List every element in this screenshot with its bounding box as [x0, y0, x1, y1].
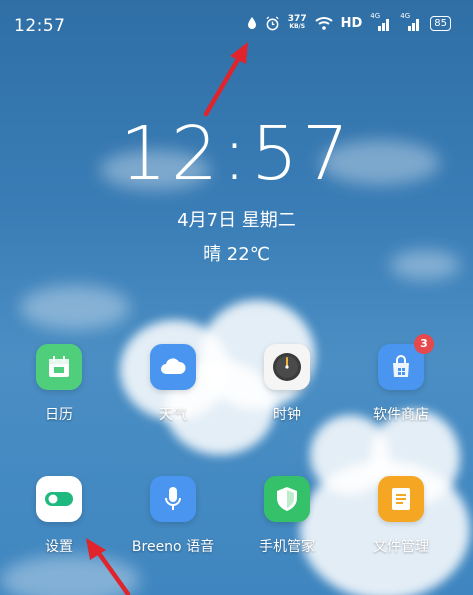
app-icon-bg — [264, 344, 310, 390]
app-label: 软件商店 — [373, 407, 429, 423]
sim2-signal: 4G — [400, 12, 422, 32]
clock-icon — [273, 353, 301, 381]
home-screen: 12:57 377 KB/S HD 4G 4G 85 12:57 4月7日 星期… — [0, 0, 473, 595]
battery-icon: 85 — [430, 15, 451, 31]
alarm-icon — [265, 15, 280, 31]
app-icon-bg — [264, 476, 310, 522]
network-speed-unit: KB/S — [289, 23, 306, 30]
sim1-network-label: 4G — [370, 12, 381, 20]
app-label: 天气 — [159, 407, 187, 423]
status-icons: 377 KB/S HD 4G 4G 85 — [247, 12, 451, 32]
toggle-icon — [45, 492, 73, 506]
shield-icon — [277, 487, 297, 511]
wifi-icon — [314, 16, 333, 30]
app-label: 文件管理 — [373, 539, 429, 555]
shopping-bag-icon — [393, 355, 409, 377]
network-speed: 377 KB/S — [288, 15, 307, 31]
status-time: 12:57 — [14, 16, 66, 36]
app-icon-bg — [150, 476, 196, 522]
water-drop-icon — [247, 16, 257, 30]
clock-widget[interactable]: 12:57 4月7日 星期二 晴 22℃ — [0, 110, 473, 266]
annotation-arrow-icon — [86, 538, 131, 595]
cloud-icon — [161, 358, 186, 374]
app-icon-bg — [150, 344, 196, 390]
network-speed-value: 377 — [287, 14, 307, 24]
app-calendar[interactable]: 日历 — [4, 344, 114, 424]
notification-badge: 3 — [414, 334, 434, 354]
app-phone-manager[interactable]: 手机管家 — [232, 476, 342, 556]
calendar-icon — [49, 356, 69, 377]
app-label: 手机管家 — [259, 539, 315, 555]
annotation-arrow-icon — [203, 42, 248, 117]
sim2-network-label: 4G — [400, 12, 411, 20]
app-icon-bg — [378, 476, 424, 522]
app-icon-bg: 3 — [378, 334, 434, 390]
widget-date: 4月7日 星期二 — [177, 210, 296, 231]
app-software-store[interactable]: 3 软件商店 — [346, 334, 456, 424]
app-file-manager[interactable]: 文件管理 — [346, 476, 456, 556]
wallpaper-cloud — [20, 285, 130, 330]
widget-time: 12:57 — [119, 111, 354, 197]
app-label: 日历 — [45, 407, 73, 423]
app-icon-bg — [36, 476, 82, 522]
widget-weather: 晴 22℃ — [203, 244, 270, 265]
app-icon-bg — [36, 344, 82, 390]
app-weather[interactable]: 天气 — [118, 344, 228, 424]
app-label: 时钟 — [273, 407, 301, 423]
microphone-icon — [165, 487, 181, 510]
sim1-signal: 4G — [370, 12, 392, 32]
document-icon — [392, 488, 410, 510]
app-clock[interactable]: 时钟 — [232, 344, 342, 424]
hd-label: HD — [340, 15, 363, 31]
